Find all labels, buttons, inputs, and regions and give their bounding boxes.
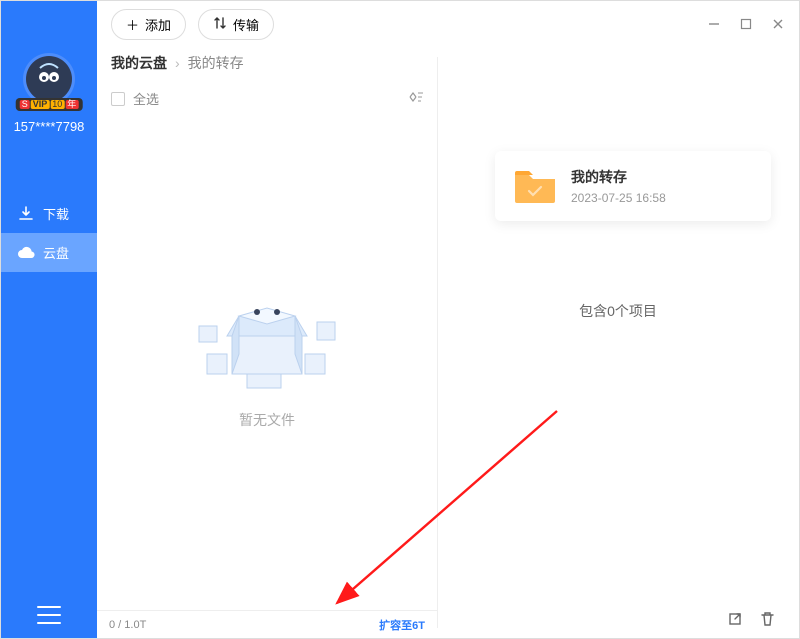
select-row: 全选	[97, 79, 437, 118]
folder-meta: 我的转存 2023-07-25 16:58	[571, 167, 666, 205]
sidebar-item-label: 下载	[43, 204, 69, 223]
add-button-label: 添加	[145, 15, 171, 34]
transfer-button-label: 传输	[233, 15, 259, 34]
storage-usage: 0 / 1.0T	[109, 619, 146, 631]
transfer-button[interactable]: 传输	[198, 9, 274, 40]
sidebar: S VIP 10 年 157****7798 下载 云盘	[1, 1, 97, 638]
vip-suffix: 年	[65, 100, 78, 109]
sidebar-item-download[interactable]: 下载	[1, 194, 97, 233]
breadcrumb: 我的云盘 › 我的转存	[97, 47, 437, 79]
content: 我的云盘 › 我的转存 全选	[97, 47, 799, 638]
select-all-label: 全选	[133, 89, 159, 108]
empty-box-icon	[177, 266, 357, 396]
expand-storage-link[interactable]: 扩容至6T	[379, 617, 425, 633]
transfer-icon	[213, 16, 227, 33]
empty-state: 暂无文件	[97, 118, 437, 638]
folder-icon	[513, 167, 557, 205]
delete-button[interactable]	[760, 611, 775, 632]
avatar[interactable]: S VIP 10 年	[23, 53, 75, 105]
menu-button[interactable]	[37, 606, 61, 624]
add-button[interactable]: ＋ 添加	[111, 9, 186, 40]
close-button[interactable]	[771, 17, 785, 31]
chevron-right-icon: ›	[175, 55, 180, 71]
sidebar-item-cloud[interactable]: 云盘	[1, 233, 97, 272]
main-area: ＋ 添加 传输 我的云盘 › 我的转存	[97, 1, 799, 638]
share-button[interactable]	[728, 611, 744, 632]
right-toolbar	[728, 611, 775, 632]
breadcrumb-current: 我的转存	[188, 53, 244, 73]
maximize-button[interactable]	[739, 17, 753, 31]
vip-chip: VIP	[31, 100, 50, 109]
cloud-icon	[17, 244, 35, 262]
folder-count: 包含0个项目	[451, 301, 785, 321]
sort-button[interactable]	[407, 91, 423, 106]
sidebar-nav: 下载 云盘	[1, 194, 97, 272]
vip-badge: S VIP 10 年	[16, 98, 83, 111]
download-icon	[17, 205, 35, 223]
app-window: S VIP 10 年 157****7798 下载 云盘	[0, 0, 800, 639]
right-pane: 我的转存 2023-07-25 16:58 包含0个项目	[437, 47, 799, 638]
vip-prefix-icon: S	[20, 100, 30, 109]
breadcrumb-root[interactable]: 我的云盘	[111, 53, 167, 73]
folder-card[interactable]: 我的转存 2023-07-25 16:58	[495, 151, 771, 221]
plus-icon: ＋	[126, 15, 139, 34]
window-controls	[707, 17, 785, 31]
left-pane: 我的云盘 › 我的转存 全选	[97, 47, 437, 638]
vertical-divider	[437, 57, 438, 628]
vip-number: 10	[50, 100, 64, 109]
titlebar: ＋ 添加 传输	[97, 1, 799, 47]
storage-bar: 0 / 1.0T 扩容至6T	[97, 610, 437, 638]
minimize-button[interactable]	[707, 17, 721, 31]
sidebar-item-label: 云盘	[43, 243, 69, 262]
folder-name: 我的转存	[571, 167, 666, 187]
empty-text: 暂无文件	[239, 410, 295, 430]
select-all-checkbox[interactable]	[111, 92, 125, 106]
folder-date: 2023-07-25 16:58	[571, 191, 666, 205]
avatar-face-icon	[26, 56, 72, 102]
user-phone: 157****7798	[14, 119, 85, 134]
